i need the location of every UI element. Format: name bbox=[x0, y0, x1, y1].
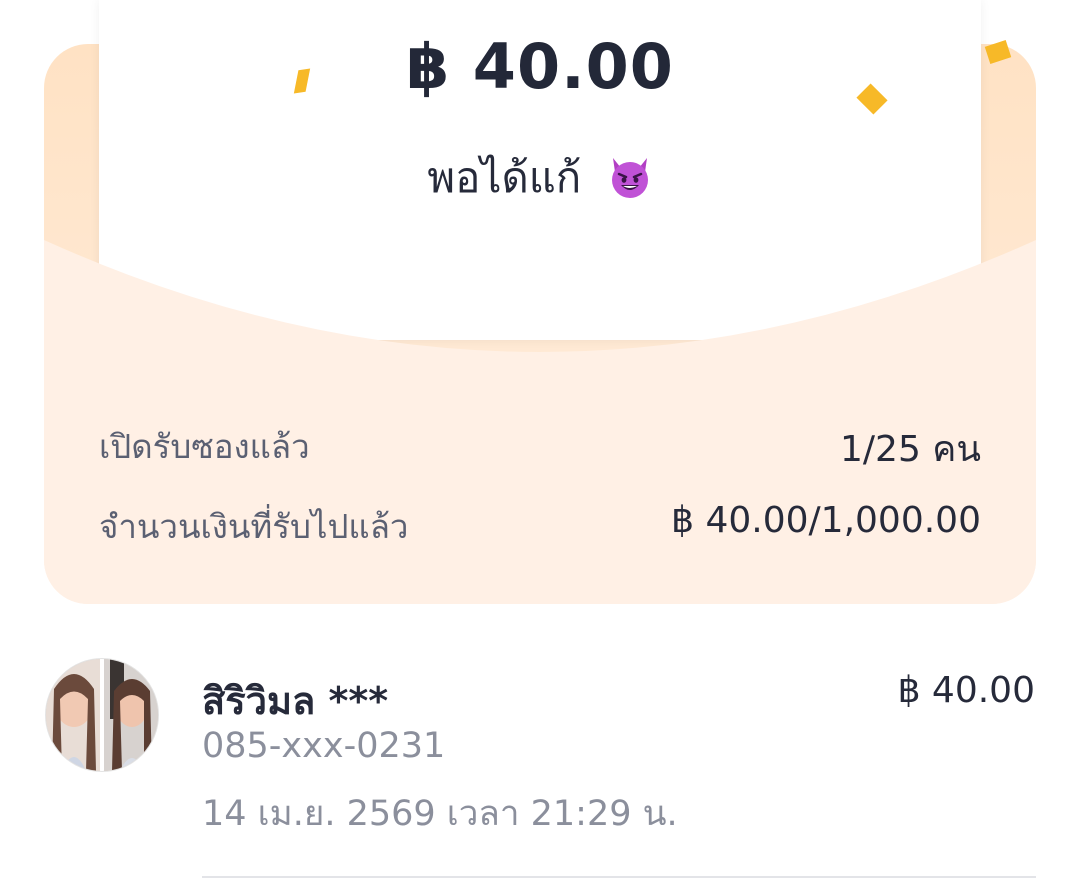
received-amount-label: จำนวนเงินที่รับไปแล้ว bbox=[99, 507, 409, 546]
recipient-name: สิริวิมล *** bbox=[202, 679, 389, 723]
avatar bbox=[45, 658, 159, 772]
received-amount-value: ฿ 40.00/1,000.00 bbox=[671, 500, 981, 541]
avatar-photo bbox=[46, 659, 158, 771]
list-divider bbox=[202, 876, 1036, 878]
opened-count-value: 1/25 คน bbox=[840, 429, 981, 470]
packet-message-row: พอได้แก้ bbox=[0, 145, 1080, 211]
smiling-face-with-horns-icon bbox=[611, 158, 648, 198]
opened-count-row: เปิดรับซองแล้ว 1/25 คน bbox=[99, 420, 981, 470]
received-amount-row: จำนวนเงินที่รับไปแล้ว ฿ 40.00/1,000.00 bbox=[99, 500, 981, 550]
recipient-list-item[interactable]: สิริวิมล *** ฿ 40.00 085-xxx-0231 14 เม.… bbox=[0, 640, 1080, 887]
opened-count-label: เปิดรับซองแล้ว bbox=[99, 427, 310, 466]
red-envelope-detail-page: ฿ 40.00 พอได้แก้ เปิดรับซองแล้ว 1/25 คน … bbox=[0, 0, 1080, 887]
recipient-timestamp: 14 เม.ย. 2569 เวลา 21:29 น. bbox=[202, 794, 678, 834]
packet-amount: ฿ 40.00 bbox=[406, 30, 674, 103]
packet-message: พอได้แก้ bbox=[427, 153, 582, 202]
recipient-amount: ฿ 40.00 bbox=[897, 670, 1035, 711]
recipient-phone: 085-xxx-0231 bbox=[202, 726, 446, 766]
